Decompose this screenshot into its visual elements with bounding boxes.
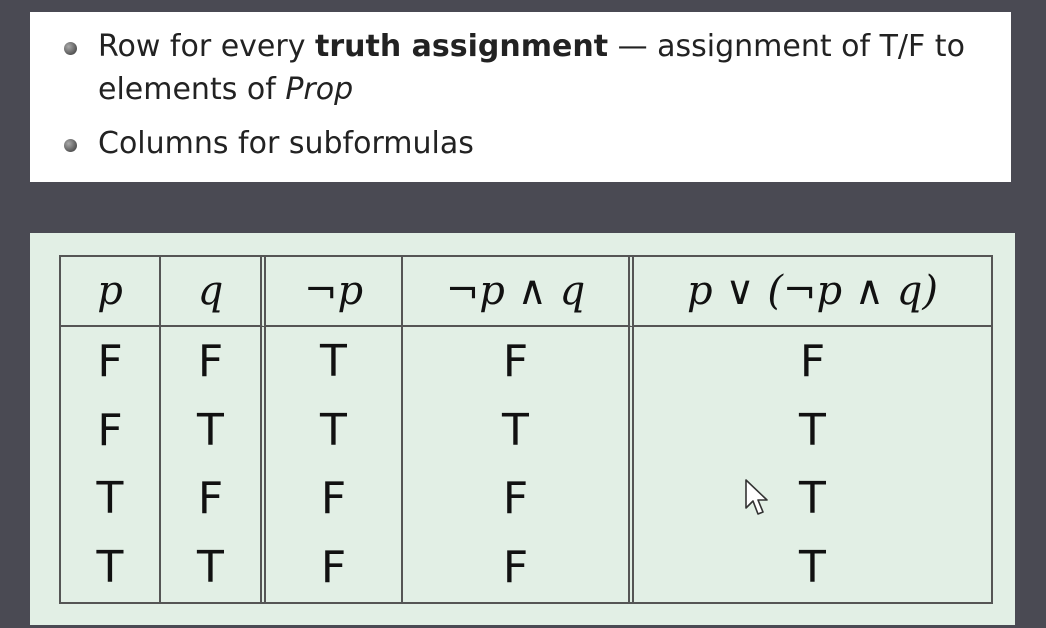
header-row: p q ¬p ¬p ∧ q p ∨ (¬p ∧ q) <box>61 257 991 327</box>
italic-term-prop: Prop <box>285 72 354 107</box>
bold-term-truth-assignment: truth assignment <box>315 29 609 64</box>
cell-p: F <box>61 395 161 465</box>
cell-not-p: F <box>266 464 403 534</box>
header-p-or-not-p-and-q: p ∨ (¬p ∧ q) <box>634 257 991 327</box>
cell-result: T <box>799 404 826 456</box>
cell-q: F <box>161 327 266 396</box>
cell-not-p-and-q: T <box>403 395 634 465</box>
cell-result: T <box>799 542 826 594</box>
bullet-dot-icon <box>64 42 77 55</box>
cell-not-p: T <box>266 327 403 396</box>
cell-q: F <box>161 464 266 534</box>
truth-table: p q ¬p ¬p ∧ q p ∨ (¬p ∧ q) F F T F F F T… <box>59 255 993 604</box>
table-row: F F T F F <box>61 327 991 396</box>
cell-p: T <box>61 464 161 534</box>
cell-result: F <box>799 335 826 387</box>
cell-not-p: F <box>266 533 403 602</box>
bullet-pre-text: Row for every <box>98 29 316 64</box>
cell-not-p-and-q: F <box>403 533 634 602</box>
cell-not-p: T <box>266 395 403 465</box>
bullet-text: Row for every truth assignment — assignm… <box>98 25 1001 111</box>
header-p: p <box>61 257 161 327</box>
arrow-pointer-icon <box>745 479 768 515</box>
bullet-list-panel: Row for every truth assignment — assignm… <box>30 12 1011 182</box>
cell-not-p-and-q: F <box>403 464 634 534</box>
header-not-p: ¬p <box>266 257 403 327</box>
truth-table-panel: p q ¬p ¬p ∧ q p ∨ (¬p ∧ q) F F T F F F T… <box>30 233 1015 625</box>
header-q: q <box>161 257 266 327</box>
cell-not-p-and-q: F <box>403 327 634 396</box>
cell-p: F <box>61 327 161 396</box>
table-row: T F F F T <box>61 464 991 534</box>
bullet-text: Columns for subformulas <box>98 126 474 161</box>
cell-result: T <box>799 473 826 525</box>
cell-q: T <box>161 395 266 465</box>
header-not-p-and-q: ¬p ∧ q <box>403 257 634 327</box>
table-row: F T T T T <box>61 395 991 465</box>
table-row: T T F F T <box>61 533 991 602</box>
bullet-dot-icon <box>64 139 77 152</box>
cell-q: T <box>161 533 266 602</box>
cell-p: T <box>61 533 161 602</box>
